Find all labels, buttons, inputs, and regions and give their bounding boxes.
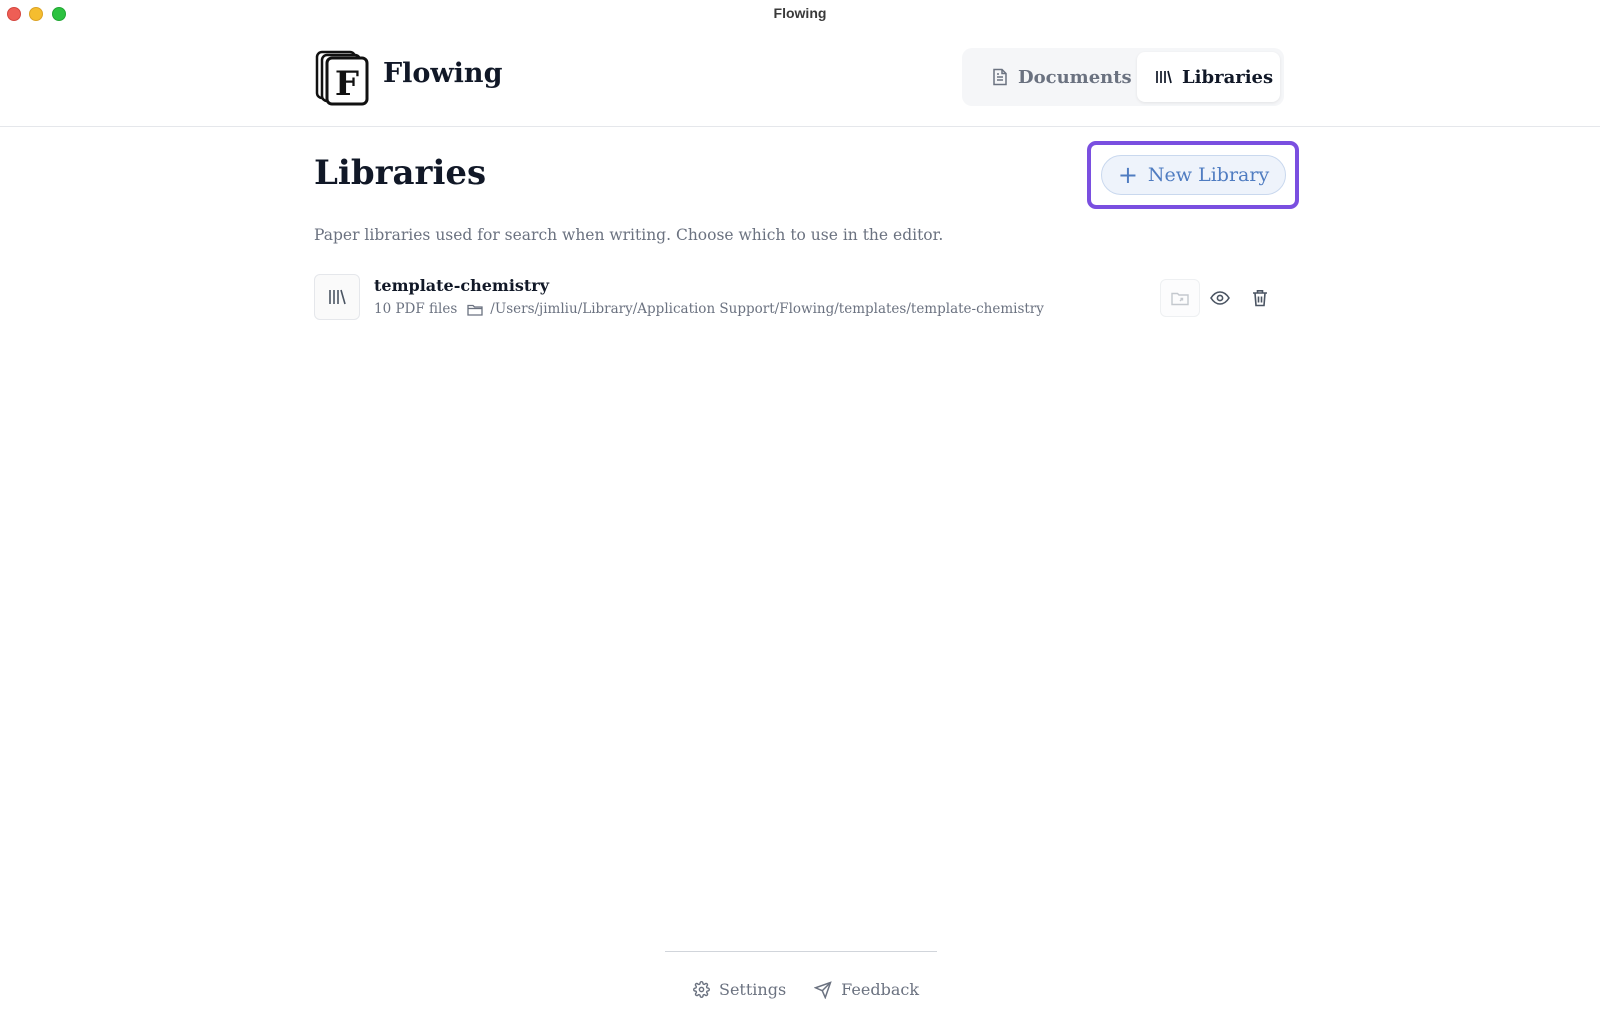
library-icon [329,289,346,305]
plus-icon: + [1117,161,1138,189]
library-path: /Users/jimliu/Library/Application Suppor… [490,301,1044,317]
footer-divider [665,951,937,952]
gear-icon [693,981,710,998]
preview-library-button[interactable] [1200,279,1240,317]
library-row[interactable]: template-chemistry 10 PDF files /Users/j… [314,274,1280,322]
document-icon [993,68,1007,86]
page-description: Paper libraries used for search when wri… [314,226,944,244]
app-window: Flowing F Flowing Documents Libraries Li… [0,0,1600,1024]
tab-libraries[interactable]: Libraries [1137,52,1280,102]
library-file-count: 10 PDF files [374,301,458,317]
eye-icon [1210,291,1230,305]
delete-library-button[interactable] [1240,279,1280,317]
footer-links: Settings Feedback [693,980,919,999]
app-header: F Flowing Documents Libraries [0,28,1600,127]
main-nav-tabs: Documents Libraries [962,48,1284,106]
send-icon [814,980,832,999]
library-actions [1160,279,1280,317]
settings-link[interactable]: Settings [693,980,786,999]
brand-name: Flowing [383,58,503,89]
tab-documents-label: Documents [1018,66,1132,88]
folder-icon [467,303,483,316]
tab-documents[interactable]: Documents [970,52,1132,102]
library-name: template-chemistry [374,276,550,295]
feedback-link[interactable]: Feedback [814,980,919,999]
folder-open-icon [1171,292,1189,305]
library-icon [1156,70,1172,84]
new-library-label: New Library [1147,164,1270,186]
title-bar: Flowing [0,0,1600,28]
feedback-label: Feedback [841,980,920,999]
trash-icon [1253,290,1267,307]
window-title: Flowing [773,5,827,21]
settings-label: Settings [719,980,787,999]
flowing-logo: F [315,50,369,106]
library-meta: 10 PDF files /Users/jimliu/Library/Appli… [374,301,1044,317]
tab-libraries-label: Libraries [1182,66,1274,88]
page-title: Libraries [314,153,487,193]
library-thumbnail [314,274,360,320]
logo-letter: F [335,64,359,104]
new-library-button[interactable]: + New Library [1101,155,1286,195]
open-folder-button[interactable] [1160,279,1200,317]
